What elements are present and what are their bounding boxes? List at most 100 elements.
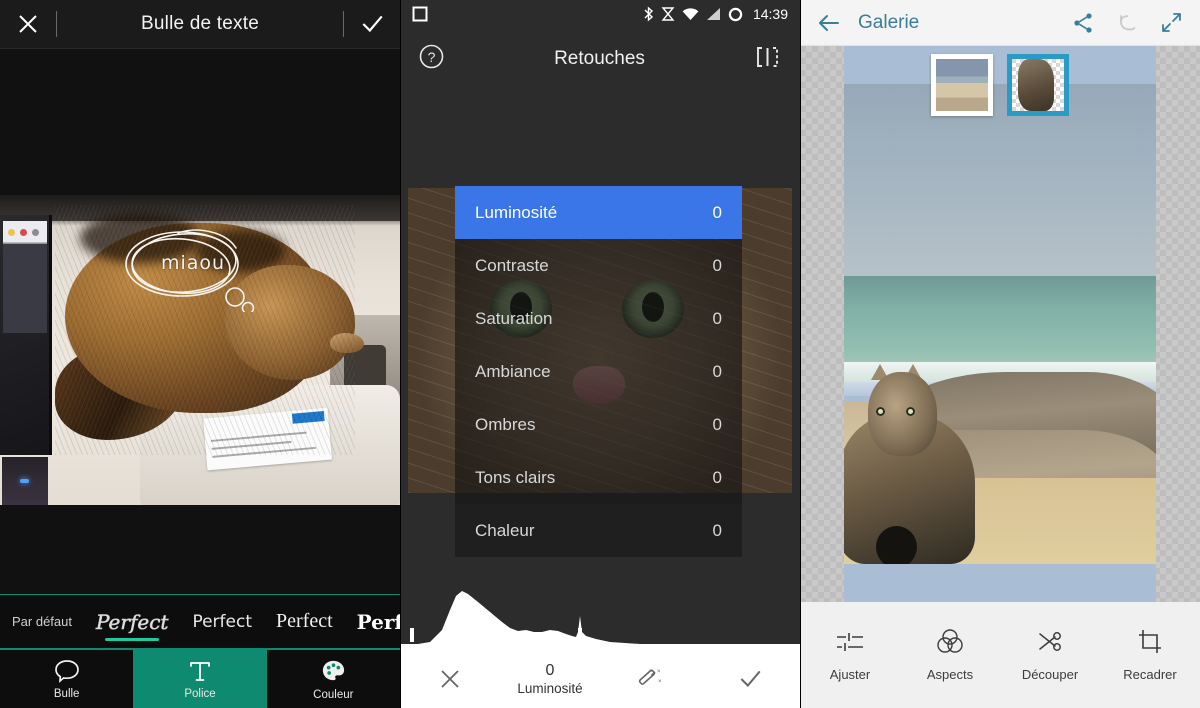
font-option-label: Par défaut [12,614,72,629]
font-style-strip[interactable]: Par défaut Perfect Perfect Perfect Perfe… [0,594,400,650]
svg-text:×: × [649,669,653,675]
tab-label: Police [184,688,216,700]
apply-button[interactable] [700,666,800,692]
venn-circles-icon [937,629,963,653]
panel-text-bubble-editor: Bulle de texte miaou Par défaut Perfect … [0,0,400,708]
undo-button[interactable] [1112,8,1142,38]
toolbar-dot-1 [8,229,15,236]
adjustment-item-luminosite[interactable]: Luminosité 0 [455,186,742,239]
composite-photo-beach-cat[interactable] [844,84,1156,564]
svg-text:×: × [657,669,661,675]
font-option-label: Perfect [276,610,333,632]
svg-text:×: × [658,679,662,685]
text-type-icon [190,662,210,681]
adjustment-label: Tons clairs [475,467,556,487]
bubble-text-value: miaou [160,252,226,274]
panel-divider-1 [400,0,401,708]
tool-label: Ajuster [829,667,871,682]
thumbnail-preview [936,59,988,111]
adjustment-menu[interactable]: Luminosité 0 Contraste 0 Saturation 0 Am… [455,186,742,557]
check-icon [362,15,383,33]
cat-tail [876,525,918,564]
tool-label: Découper [1021,667,1079,682]
expand-button[interactable] [1156,8,1186,38]
galerie-header: Galerie [800,0,1200,46]
retouches-bottom-bar: 0 Luminosité × × × [400,650,800,708]
check-icon [740,670,761,687]
cancel-button[interactable] [400,667,500,691]
expand-icon [1161,13,1181,32]
battery-icon [728,7,743,21]
confirm-button[interactable] [344,0,400,49]
tab-bulle[interactable]: Bulle [0,650,134,708]
panel-retouches-editor: 14:39 ? Retouches Luminosité 0 Contraste… [400,0,800,708]
adjustment-item-tons-clairs[interactable]: Tons clairs 0 [455,451,742,504]
adjustment-label: Ambiance [475,361,551,381]
back-button[interactable] [814,8,844,38]
speech-bubble-overlay[interactable]: miaou [118,222,268,312]
page-title: Galerie [858,11,920,33]
adjustment-name-readout: Luminosité [517,680,583,696]
svg-text:?: ? [428,49,436,65]
palette-icon [322,660,344,680]
tool-aspects[interactable]: Aspects [900,628,1000,682]
undo-icon [1120,14,1136,30]
sliders-icon [837,633,863,651]
font-option-bold[interactable]: Perfect [345,594,400,650]
computer-monitor [0,215,52,455]
retouches-canvas: Luminosité 0 Contraste 0 Saturation 0 Am… [400,90,800,580]
close-button[interactable] [0,0,56,49]
adjustment-item-ambiance[interactable]: Ambiance 0 [455,345,742,398]
adjustment-item-saturation[interactable]: Saturation 0 [455,292,742,345]
help-button[interactable]: ? [418,43,445,75]
adjustment-item-contraste[interactable]: Contraste 0 [455,239,742,292]
layer-thumbnail-cat-cutout[interactable] [1007,54,1069,116]
cat-cutout-layer[interactable] [844,364,976,564]
adjustment-label: Ombres [475,414,536,434]
share-button[interactable] [1068,8,1098,38]
galerie-workspace[interactable] [800,46,1200,602]
tab-police[interactable]: Police [133,650,267,708]
panel-galerie-editor: Galerie Ajuster Aspects Découper Recadre… [800,0,1200,708]
cat-eye-left [876,406,886,416]
font-option-default[interactable]: Par défaut [0,594,84,650]
layer-thumbnail-beach[interactable] [931,54,993,116]
tool-recadrer[interactable]: Recadrer [1100,628,1200,682]
layer-thumbnail-strip[interactable] [800,54,1200,116]
adjustment-value-readout: 0 [545,662,555,680]
page-title: Retouches [554,48,645,69]
share-icon [1074,12,1092,33]
edited-photo-cat-on-desk[interactable]: miaou [0,195,400,505]
tab-couleur[interactable]: Couleur [266,650,400,708]
adjustment-item-ombres[interactable]: Ombres 0 [455,398,742,451]
compare-split-icon [757,46,778,67]
close-icon [441,670,459,688]
adjustment-value: 0 [712,255,722,275]
adjustment-label: Luminosité [475,202,558,222]
bubble-editor-header: Bulle de texte [0,0,400,49]
panel-divider-2 [800,0,801,708]
retouches-header: ? Retouches [400,28,800,90]
font-option-outline[interactable]: Perfect [84,594,180,650]
bubble-editor-canvas[interactable]: miaou [0,49,400,594]
tab-label: Couleur [313,688,354,701]
close-icon [19,15,37,33]
adjustment-value: 0 [712,361,722,381]
histogram-curve [400,591,800,650]
galerie-toolbar: Ajuster Aspects Découper Recadrer [800,602,1200,708]
square-icon [412,6,428,22]
compare-button[interactable] [754,43,782,76]
auto-enhance-button[interactable]: × × × [600,664,700,694]
tool-decouper[interactable]: Découper [1000,628,1100,682]
bluetooth-icon [644,6,653,22]
tool-ajuster[interactable]: Ajuster [800,628,900,682]
alarm-icon [661,7,675,21]
monitor-led [20,479,29,483]
status-left [412,6,643,22]
scissors-icon [1039,632,1061,651]
font-option-handwriting[interactable]: Perfect [180,594,264,650]
adjustment-item-chaleur[interactable]: Chaleur 0 [455,504,742,557]
adjustment-value: 0 [712,520,722,540]
bubble-editor-tabbar: Bulle Police Couleur [0,650,400,708]
font-option-serif[interactable]: Perfect [264,594,345,650]
